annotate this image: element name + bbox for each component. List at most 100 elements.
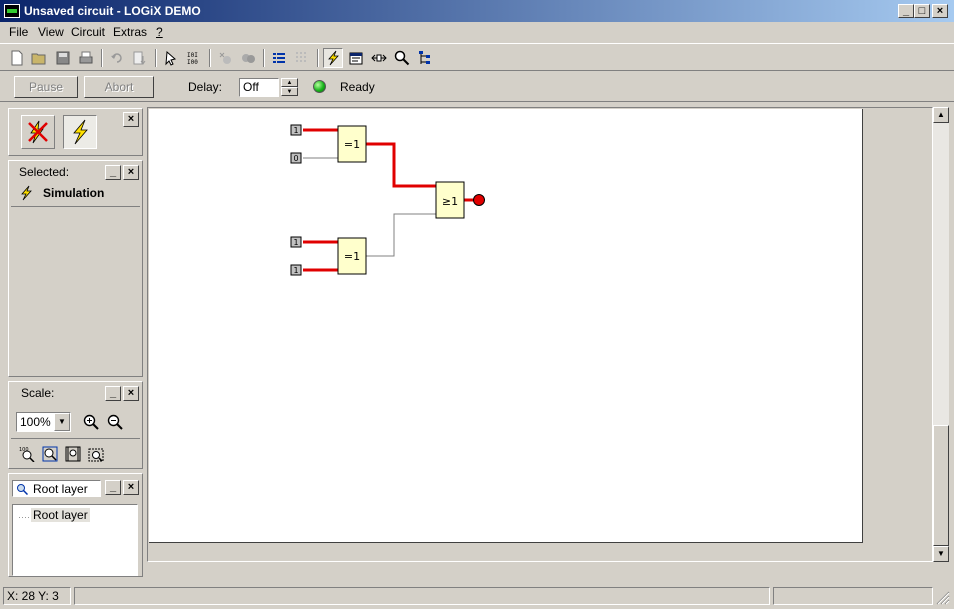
simulation-icon: [21, 185, 32, 201]
svg-text:I0I: I0I: [187, 52, 198, 59]
simulation-mode-button[interactable]: [63, 115, 97, 149]
zoom-page-icon[interactable]: [65, 446, 81, 462]
search-icon: [17, 484, 28, 495]
status-bar: X: 28 Y: 3: [0, 585, 954, 609]
layer-panel: Root layer _ × ···· Root layer: [8, 473, 143, 577]
edit-mode-button[interactable]: [21, 115, 55, 149]
xor-gate-1-label: =1: [344, 138, 360, 151]
tool-b-icon[interactable]: [238, 48, 258, 68]
binary-icon[interactable]: I0I I00: [184, 48, 204, 68]
layer-panel-close-button[interactable]: ×: [123, 480, 139, 495]
zoom-icon[interactable]: [392, 48, 412, 68]
zoom-in-icon[interactable]: [83, 414, 99, 430]
title-bar: Unsaved circuit - LOGiX DEMO _ □ ×: [0, 0, 954, 22]
properties-icon[interactable]: [346, 48, 366, 68]
svg-text:I00: I00: [187, 59, 198, 66]
or-gate[interactable]: ≥1: [435, 181, 465, 219]
maximize-button[interactable]: □: [914, 4, 930, 18]
scale-panel-close-button[interactable]: ×: [123, 386, 139, 401]
input-switch-2[interactable]: 0: [290, 152, 302, 164]
edit-mode-icon: [28, 120, 48, 144]
delay-label: Delay:: [188, 80, 223, 94]
menu-view[interactable]: View: [38, 25, 64, 39]
menu-circuit[interactable]: Circuit: [71, 25, 105, 39]
input-1-value: 1: [293, 126, 298, 135]
xor-gate-2[interactable]: =1: [337, 237, 367, 275]
selected-item-name: Simulation: [43, 186, 105, 200]
app-icon: [4, 4, 20, 18]
zoom-100-icon[interactable]: 100: [19, 446, 35, 462]
scroll-thumb[interactable]: [933, 425, 949, 546]
undo-icon[interactable]: [107, 48, 127, 68]
input-switch-4[interactable]: 1: [290, 264, 302, 276]
mode-panel-close-button[interactable]: ×: [123, 112, 139, 127]
output-led-icon: [473, 194, 485, 206]
scale-panel-title: Scale:: [21, 386, 55, 400]
menu-help[interactable]: ?: [156, 25, 163, 39]
hierarchy-icon[interactable]: [415, 48, 435, 68]
zoom-fit-icon[interactable]: [42, 446, 58, 462]
simulation-bar: Pause Abort Delay: Off ▲ ▼ Ready: [0, 72, 954, 102]
chevron-down-icon[interactable]: ▼: [54, 413, 70, 431]
input-3-value: 1: [293, 238, 298, 247]
select-icon[interactable]: [161, 48, 181, 68]
window-title: Unsaved circuit - LOGiX DEMO: [24, 4, 201, 18]
minimize-button[interactable]: _: [898, 4, 914, 18]
scroll-up-icon[interactable]: ▲: [933, 107, 949, 123]
selected-panel: Selected: _ × Simulation: [8, 160, 143, 377]
input-switch-3[interactable]: 1: [290, 236, 302, 248]
input-4-value: 1: [293, 266, 298, 275]
spin-up-icon[interactable]: ▲: [281, 78, 298, 87]
menu-extras[interactable]: Extras: [113, 25, 147, 39]
tree-line: ····: [18, 512, 30, 522]
grid-icon[interactable]: [292, 48, 312, 68]
layer-tree: ···· Root layer: [12, 504, 138, 576]
scale-select[interactable]: 100% ▼: [16, 412, 71, 432]
vertical-scrollbar[interactable]: ▲ ▼: [933, 107, 949, 562]
pause-button[interactable]: Pause: [14, 76, 78, 98]
scale-panel: Scale: _ × 100% ▼ 100: [8, 381, 143, 469]
delay-spinner[interactable]: ▲ ▼: [281, 78, 298, 97]
open-icon[interactable]: [30, 48, 50, 68]
status-coords: X: 28 Y: 3: [3, 587, 71, 605]
circuit-diagram: 1 0 1 1 =1 =1 ≥1: [290, 124, 485, 276]
layer-search-value: Root layer: [33, 482, 88, 496]
zoom-selection-icon[interactable]: [88, 446, 104, 462]
status-text: Ready: [340, 80, 375, 94]
menu-file[interactable]: File: [9, 25, 28, 39]
connect-icon[interactable]: [369, 48, 389, 68]
scale-panel-minimize-button[interactable]: _: [105, 386, 121, 401]
list-icon[interactable]: [269, 48, 289, 68]
tool-a-icon[interactable]: [215, 48, 235, 68]
wire-xor1-out: [366, 142, 436, 188]
close-button[interactable]: ×: [932, 4, 948, 18]
zoom-out-icon[interactable]: [107, 414, 123, 430]
tree-item-root-layer[interactable]: Root layer: [31, 508, 90, 522]
layer-panel-minimize-button[interactable]: _: [105, 480, 121, 495]
new-icon[interactable]: [7, 48, 27, 68]
abort-button[interactable]: Abort: [84, 76, 154, 98]
main-toolbar: I0I I00: [0, 43, 954, 71]
simulation-mode-icon: [73, 119, 88, 145]
resize-grip-icon[interactable]: [936, 591, 950, 605]
save-icon[interactable]: [53, 48, 73, 68]
scroll-down-icon[interactable]: ▼: [933, 546, 949, 562]
status-extra: [773, 587, 933, 605]
spin-down-icon[interactable]: ▼: [281, 87, 298, 96]
selected-panel-close-button[interactable]: ×: [123, 165, 139, 180]
circuit-canvas[interactable]: 1 0 1 1 =1 =1 ≥1: [149, 109, 863, 543]
selected-panel-title: Selected:: [19, 165, 70, 179]
export-icon[interactable]: [130, 48, 150, 68]
xor-gate-2-label: =1: [344, 250, 360, 263]
layer-search-input[interactable]: Root layer: [12, 480, 101, 497]
wire-xor2-out: [366, 213, 436, 257]
xor-gate-1[interactable]: =1: [337, 125, 367, 163]
simulation-icon[interactable]: [323, 48, 343, 68]
input-switch-1[interactable]: 1: [290, 124, 302, 136]
status-led-icon: [313, 80, 326, 93]
selected-panel-minimize-button[interactable]: _: [105, 165, 121, 180]
print-icon[interactable]: [76, 48, 96, 68]
delay-input[interactable]: Off: [239, 78, 279, 97]
mode-panel: ×: [8, 108, 143, 156]
input-2-value: 0: [293, 154, 298, 163]
